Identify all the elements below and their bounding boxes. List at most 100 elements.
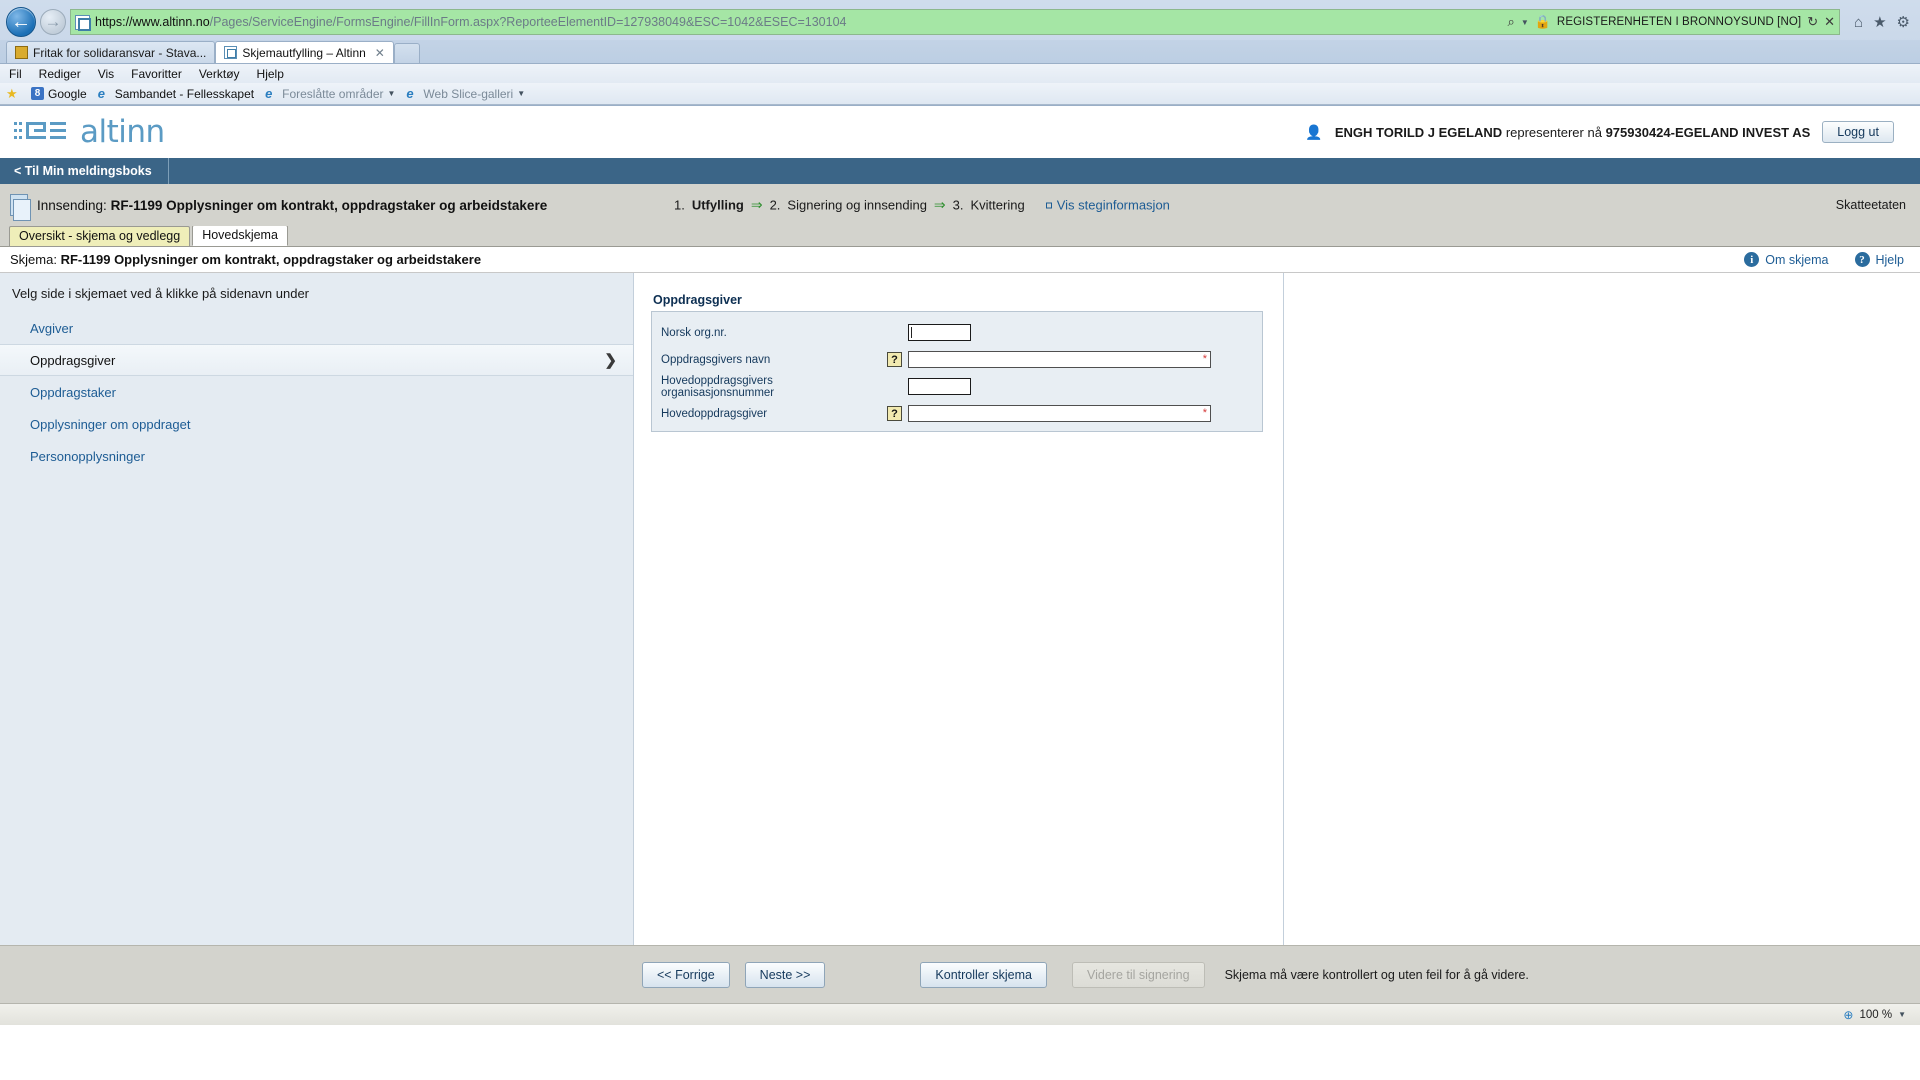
field-row-oppdragsgivers-navn: Oppdragsgivers navn ? *: [652, 350, 1262, 369]
altinn-site-header: altinn 👤 ENGH TORILD J EGELAND represent…: [0, 106, 1920, 158]
field-label: Hovedoppdragsgivers organisasjonsnummer: [661, 374, 775, 399]
browser-tab-strip: Fritak for solidaransvar - Stava... Skje…: [0, 40, 1920, 64]
chevron-down-icon[interactable]: ▼: [517, 89, 525, 98]
ie-page-icon: e: [97, 86, 105, 101]
forward-button[interactable]: →: [40, 9, 66, 35]
form-footer-bar: << Forrige Neste >> Kontroller skjema Vi…: [0, 945, 1920, 1003]
right-gutter: [1283, 273, 1920, 945]
show-step-information-label: Vis steginformasjon: [1056, 197, 1170, 213]
field-label: Hovedoppdragsgiver: [661, 407, 768, 420]
form-fields-panel: Oppdragsgiver Norsk org.nr. Oppdragsgive…: [634, 273, 1283, 945]
lock-icon: 🔒: [1534, 14, 1551, 29]
close-icon[interactable]: ✕: [375, 46, 385, 60]
altinn-logo-mark-icon: [14, 122, 66, 139]
browser-tab-1-label: Fritak for solidaransvar - Stava...: [33, 45, 207, 60]
browser-status-bar: ⊕ 100 % ▼: [0, 1003, 1920, 1025]
sidebar-item-personopplysninger[interactable]: Personopplysninger: [0, 440, 633, 472]
menu-item-verktoy[interactable]: Verktøy: [199, 67, 240, 81]
skjema-text: Skjema: RF-1199 Opplysninger om kontrakt…: [10, 252, 481, 267]
skjema-info-row: Skjema: RF-1199 Opplysninger om kontrakt…: [0, 247, 1920, 273]
field-row-hovedoppdragsgiver: Hovedoppdragsgiver ? *: [652, 404, 1262, 423]
search-dropdown-icon[interactable]: ▼: [1521, 18, 1529, 27]
form-title-prefix: Innsending:: [37, 197, 107, 213]
altinn-favicon-icon: [224, 46, 238, 59]
user-name: ENGH TORILD J EGELAND: [1334, 124, 1503, 140]
sidebar-item-oppdragstaker[interactable]: Oppdragstaker: [0, 376, 633, 408]
hovedoppdragsgiver-input[interactable]: *: [908, 405, 1211, 422]
tab-oversikt-skjema-og-vedlegg[interactable]: Oversikt - skjema og vedlegg: [9, 226, 191, 246]
logout-button[interactable]: Logg ut: [1822, 121, 1894, 143]
document-icon: [10, 194, 31, 221]
favorite-web-slice[interactable]: e Web Slice-galleri ▼: [406, 87, 525, 101]
settings-gear-icon[interactable]: ⚙: [1897, 13, 1910, 31]
address-bar-right-controls: ⌕ ▼ 🔒 REGISTERENHETEN I BRONNOYSUND [NO]…: [1502, 14, 1836, 30]
user-organization: 975930424-EGELAND INVEST AS: [1605, 124, 1811, 140]
browser-menu-bar: Fil Rediger Vis Favoritter Verktøy Hjelp: [0, 64, 1920, 83]
google-icon: 8: [31, 87, 44, 100]
hovedoppdragsgivers-organisasjonsnummer-input[interactable]: [908, 378, 971, 395]
user-represents-label: representerer nå: [1505, 124, 1602, 140]
browser-toolbar-icons: ⌂ ★ ⚙: [1844, 13, 1910, 32]
page-content: altinn 👤 ENGH TORILD J EGELAND represent…: [0, 106, 1920, 1080]
stop-icon[interactable]: ✕: [1824, 14, 1835, 30]
sidebar-item-label: Personopplysninger: [30, 448, 145, 464]
sidebar-item-label: Oppdragstaker: [30, 384, 116, 400]
sidebar-item-oppdragsgiver[interactable]: Oppdragsgiver ❯: [0, 344, 633, 376]
menu-item-hjelp[interactable]: Hjelp: [257, 67, 284, 81]
favorites-star-icon[interactable]: ★: [1873, 13, 1886, 31]
tab-hovedskjema[interactable]: Hovedskjema: [192, 225, 288, 246]
browser-tab-2[interactable]: Skjemautfylling – Altinn ✕: [215, 41, 394, 63]
url-host: https://www.altinn.no: [95, 15, 210, 29]
shield-favicon-icon: [15, 46, 28, 59]
altinn-logo-text: altinn: [80, 114, 165, 150]
step-1-number: 1.: [674, 197, 685, 213]
browser-chrome: ← → https://www.altinn.no/Pages/ServiceE…: [0, 0, 1920, 106]
person-icon: 👤: [1305, 123, 1323, 140]
oppdragsgivers-navn-input[interactable]: *: [908, 351, 1211, 368]
favorite-suggested-sites[interactable]: e Foreslåtte områder ▼: [265, 87, 395, 101]
check-form-button[interactable]: Kontroller skjema: [920, 961, 1047, 988]
hjelp-link[interactable]: ? Hjelp: [1854, 252, 1904, 267]
browser-tab-1[interactable]: Fritak for solidaransvar - Stava...: [6, 41, 216, 63]
show-step-information-link[interactable]: Vis steginformasjon: [1045, 197, 1170, 213]
norsk-orgnr-input[interactable]: [908, 324, 971, 341]
menu-item-rediger[interactable]: Rediger: [39, 67, 81, 81]
menu-item-fil[interactable]: Fil: [9, 67, 22, 81]
address-input[interactable]: https://www.altinn.no/Pages/ServiceEngin…: [70, 9, 1841, 35]
form-tab-strip: Oversikt - skjema og vedlegg Hovedskjema: [0, 225, 1920, 247]
om-skjema-link[interactable]: i Om skjema: [1744, 252, 1829, 267]
chevron-down-icon[interactable]: ▼: [387, 89, 395, 98]
text-caret: [911, 327, 912, 338]
zoom-icon[interactable]: ⊕: [1843, 1008, 1853, 1022]
altinn-logo[interactable]: altinn: [14, 114, 165, 150]
step-3-number: 3.: [952, 197, 964, 213]
back-to-inbox-link[interactable]: < Til Min meldingsboks: [0, 158, 169, 184]
step-arrow-icon: ⇒: [750, 196, 763, 213]
back-button[interactable]: ←: [6, 7, 36, 37]
add-favorite-icon[interactable]: ★: [6, 86, 20, 101]
menu-item-vis[interactable]: Vis: [98, 67, 114, 81]
field-row-hovedoppdragsgivers-organisasjonsnummer: Hovedoppdragsgivers organisasjonsnummer: [652, 374, 1262, 399]
help-icon[interactable]: ?: [887, 352, 902, 367]
question-icon: ?: [1854, 252, 1870, 267]
home-icon[interactable]: ⌂: [1854, 14, 1863, 31]
security-organization-label: REGISTERENHETEN I BRONNOYSUND [NO]: [1556, 16, 1802, 28]
skjema-prefix: Skjema:: [10, 252, 57, 267]
next-button[interactable]: Neste >>: [744, 961, 826, 988]
previous-button[interactable]: << Forrige: [642, 961, 730, 988]
chevron-down-icon[interactable]: ▼: [1898, 1010, 1906, 1019]
search-icon[interactable]: ⌕: [1508, 14, 1515, 30]
menu-item-favoritter[interactable]: Favoritter: [131, 67, 182, 81]
refresh-icon[interactable]: ↻: [1807, 14, 1818, 30]
favorite-google[interactable]: 8 Google: [31, 87, 87, 101]
sidebar-item-opplysninger-om-oppdraget[interactable]: Opplysninger om oppdraget: [0, 408, 633, 440]
favorite-google-label: Google: [48, 86, 87, 101]
favorite-sambandet[interactable]: e Sambandet - Fellesskapet: [98, 87, 254, 101]
om-skjema-label: Om skjema: [1765, 252, 1829, 267]
sidebar-item-avgiver[interactable]: Avgiver: [0, 312, 633, 344]
help-icon[interactable]: ?: [887, 406, 902, 421]
favorite-sambandet-label: Sambandet - Fellesskapet: [114, 86, 255, 101]
new-tab-button[interactable]: [393, 43, 420, 63]
sidebar-item-label: Opplysninger om oppdraget: [30, 416, 191, 432]
zoom-level-label: 100 %: [1859, 1008, 1893, 1021]
